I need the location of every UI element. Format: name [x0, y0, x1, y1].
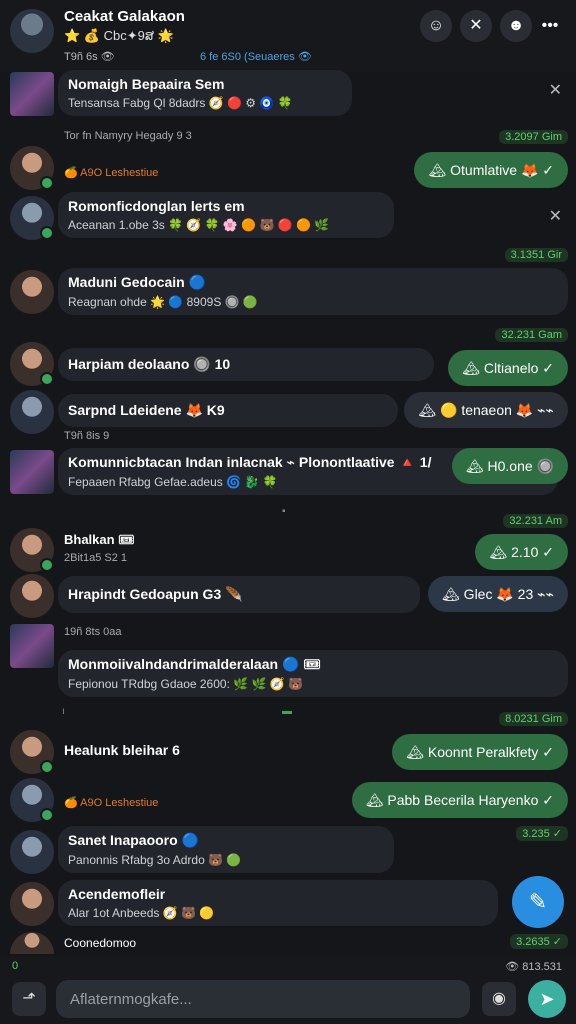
avatar	[10, 450, 54, 494]
reply-bubble[interactable]: 🏔 Pabb Becerila Haryenko ✓	[351, 782, 568, 818]
dismiss-icon[interactable]: ✕	[549, 206, 562, 226]
message-card[interactable]: Sanet Inapaooro 🔵 Panonnis Rfabg 3o Adrd…	[58, 826, 394, 873]
timestamp: 32.231 Gam	[495, 328, 568, 342]
message-card[interactable]: Acendemofleir Alar 1ot Anbeeds 🧭 🐻 🟡	[58, 880, 498, 926]
meta-text: Tor fn Namyry Hegady 9 3	[64, 130, 192, 142]
message-card[interactable]: Sarpnd Ldeidene 🦊 K9	[58, 394, 398, 427]
online-badge	[40, 558, 54, 572]
scroll-marker-icon: ▪	[282, 506, 286, 517]
avatar	[10, 932, 54, 954]
avatar	[10, 624, 54, 668]
reply-bubble[interactable]: 🏔 Koonnt Peralkfety ✓	[392, 734, 568, 770]
timestamp: 8.0231 Gim	[499, 712, 568, 726]
online-badge	[40, 226, 54, 240]
chat-title: Ceakat Galakaon	[64, 8, 185, 25]
dismiss-icon[interactable]: ✕	[549, 80, 562, 100]
reply-bubble[interactable]: 🏔 🟡 tenaeon 🦊 ⌁⌁	[404, 392, 568, 428]
composer-bar: 0 👁 813.531 ⬏ ◉ ➤	[0, 956, 576, 1024]
reply-bubble[interactable]: 🏔 Glec 🦊 23 ⌁⌁	[428, 576, 568, 612]
chat-meta: T9ñ 6s 👁	[64, 51, 115, 63]
reply-bubble[interactable]: 🏔 H0.one 🔘	[451, 448, 568, 484]
online-badge	[40, 372, 54, 386]
more-icon[interactable]: •••	[534, 10, 566, 42]
close-icon[interactable]: ✕	[460, 10, 492, 42]
timestamp: 32.231 Am	[503, 514, 568, 528]
reply-bubble[interactable]: 🏔 2.10 ✓	[475, 534, 568, 570]
camera-icon[interactable]: ◉	[482, 982, 516, 1016]
message-card[interactable]: Maduni Gedocain 🔵 Reagnan ohde 🌟 🔵 8909S…	[58, 268, 568, 315]
chat-meta-center: 6 fe 6S0 (Seuaeres 👁	[200, 51, 312, 63]
chat-header: Ceakat Galakaon ⭐ 💰 Cbc✦9ສ 🌟 T9ñ 6s 👁 6 …	[0, 0, 576, 72]
message-card[interactable]: Monmoiivalndandrimalderalaan 🔵 🎟 Fepiono…	[58, 650, 568, 697]
chat-subtitle: ⭐ 💰 Cbc✦9ສ 🌟	[64, 28, 174, 43]
message-card[interactable]: Hrapindt Gedoapun G3 🪶	[58, 576, 420, 613]
edit-icon[interactable]: ✎	[512, 876, 564, 928]
avatar	[10, 390, 54, 434]
avatar	[10, 574, 54, 618]
scroll-marker-icon: ı	[62, 706, 65, 717]
message-card[interactable]: Romonficdonglan lerts em Aceanan 1.obe 3…	[58, 192, 394, 238]
timestamp: 3.1351 Gir	[504, 248, 568, 262]
timestamp: 3.235 ✓	[516, 826, 568, 841]
avatar	[10, 72, 54, 116]
message-card[interactable]: Harpiam deolaano 🔘 10	[58, 348, 434, 381]
avatar	[10, 882, 54, 926]
timestamp: 3.2635 ✓	[510, 934, 568, 949]
reply-bubble[interactable]: 🏔 Otumlative 🦊 ✓	[414, 152, 568, 188]
attach-icon[interactable]: ⬏	[12, 982, 46, 1016]
online-badge	[40, 808, 54, 822]
online-badge	[40, 760, 54, 774]
chat-avatar[interactable]	[10, 9, 54, 53]
status-counter: 👁 813.531	[505, 961, 562, 973]
message-input[interactable]	[56, 980, 470, 1018]
send-icon[interactable]: ➤	[528, 980, 566, 1018]
scroll-marker-icon: ▬	[282, 706, 292, 717]
meta-text: T9ñ 8is 9	[64, 430, 110, 442]
message-card[interactable]: Nomaigh Bepaaira Sem Tensansa Fabg Ql 8d…	[58, 70, 352, 116]
user-icon[interactable]: ☻	[500, 10, 532, 42]
status-indicator: 0	[12, 960, 19, 972]
avatar	[10, 270, 54, 314]
timestamp: 3.2097 Gim	[499, 130, 568, 144]
avatar	[10, 830, 54, 874]
reply-bubble[interactable]: 🏔 Cltianelo ✓	[448, 350, 568, 386]
online-badge	[40, 176, 54, 190]
profile-icon[interactable]: ☺	[420, 10, 452, 42]
